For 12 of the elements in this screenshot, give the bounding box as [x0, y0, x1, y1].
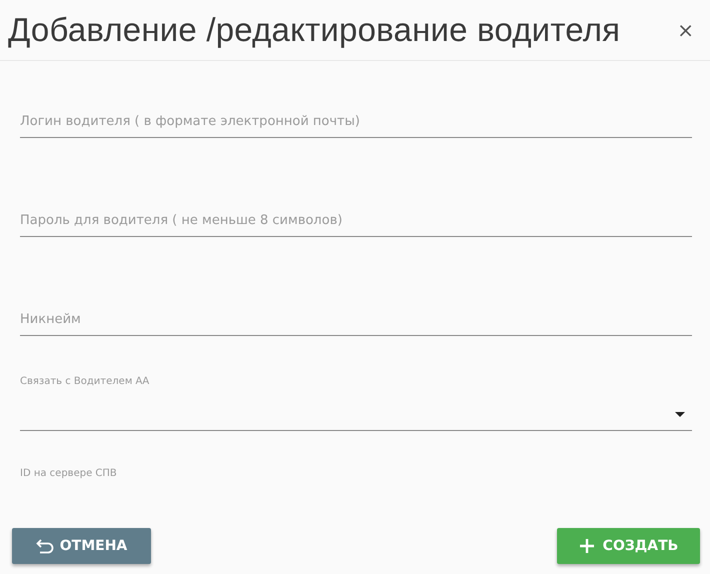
undo-icon — [36, 538, 56, 554]
field-label: Связать с Водителем АА — [20, 376, 150, 387]
input-field[interactable]: Логин водителя ( в формате электронной почты) — [20, 105, 692, 138]
input-field[interactable]: Пароль для водителя ( не меньше 8 символов) — [20, 204, 692, 237]
input-field[interactable]: Никнейм — [20, 303, 692, 336]
close-button[interactable]: × — [675, 20, 696, 40]
create-button[interactable]: СОЗДАТЬ — [557, 528, 700, 564]
field-label: ID на сервере СПВ — [20, 468, 117, 479]
dialog-title: Добавление /редактирование водителя — [8, 11, 620, 49]
cancel-button[interactable]: ОТМЕНА — [12, 528, 151, 564]
caret-icon — [675, 412, 685, 417]
plus-icon — [578, 538, 595, 554]
